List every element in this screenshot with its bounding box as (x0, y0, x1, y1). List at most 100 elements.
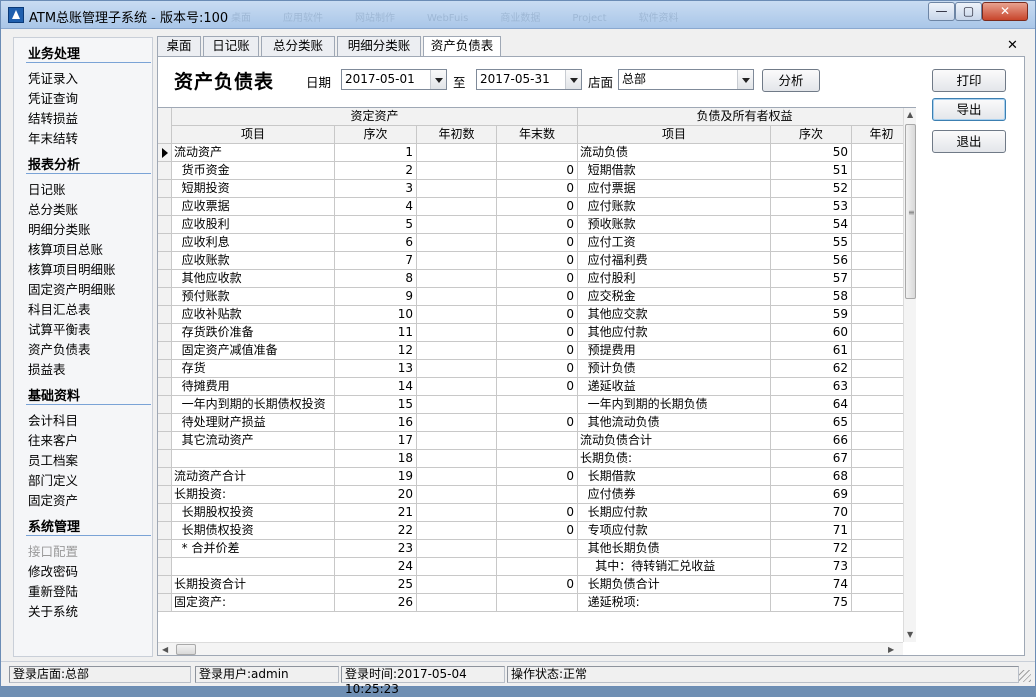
liability-item: 递延税项: (578, 594, 771, 612)
scroll-right-icon[interactable]: ▶ (888, 645, 894, 654)
asset-end: 0 (497, 180, 578, 198)
sidebar-item[interactable]: 日记账 (28, 179, 66, 198)
liability-item: 应交税金 (578, 288, 771, 306)
sidebar-item[interactable]: 部门定义 (28, 470, 78, 489)
liability-seq: 53 (771, 198, 852, 216)
scroll-down-icon[interactable]: ▼ (907, 630, 913, 639)
asset-begin (417, 414, 497, 432)
asset-end: 0 (497, 198, 578, 216)
grid-body: 资定资产 负债及所有者权益 项目 序次 年初数 年末数 项目 序次 年初 流动资产 1 流动负债 50 … (158, 108, 903, 642)
tab-item[interactable]: 桌面 (157, 36, 201, 56)
sidebar-item[interactable]: 重新登陆 (28, 581, 78, 600)
column-header: 年末数 (497, 126, 578, 144)
column-header: 序次 (771, 126, 852, 144)
vertical-scrollbar[interactable]: ▲ ≡ ▼ (903, 108, 916, 642)
asset-begin (417, 522, 497, 540)
minimize-button[interactable]: — (928, 2, 955, 21)
asset-item: * 合并价差 (172, 540, 335, 558)
liability-begin (852, 522, 903, 540)
tab-item[interactable]: 日记账 (203, 36, 259, 56)
asset-item: 预付账款 (172, 288, 335, 306)
tab-item[interactable]: 明细分类账 (337, 36, 421, 56)
sidebar-item[interactable]: 固定资产 (28, 490, 78, 509)
date-from-picker[interactable]: 2017-05-01 (341, 69, 447, 90)
liability-begin (852, 396, 903, 414)
liability-begin (852, 432, 903, 450)
sidebar-item[interactable]: 年末结转 (28, 128, 78, 147)
liability-seq: 62 (771, 360, 852, 378)
sidebar-item[interactable]: 凭证查询 (28, 88, 78, 107)
asset-item (172, 558, 335, 576)
sidebar-item[interactable]: 凭证录入 (28, 68, 78, 87)
sidebar-item[interactable]: 关于系统 (28, 601, 78, 620)
asset-item: 应收利息 (172, 234, 335, 252)
liability-item: 应付账款 (578, 198, 771, 216)
liability-seq: 57 (771, 270, 852, 288)
close-window-button[interactable]: ✕ (982, 2, 1028, 21)
tab-item[interactable]: 资产负债表 (423, 36, 501, 57)
scroll-left-icon[interactable]: ◀ (162, 645, 168, 654)
close-tab-icon[interactable]: ✕ (1007, 38, 1018, 53)
date-to-picker[interactable]: 2017-05-31 (476, 69, 582, 90)
background-tab-text: 桌面 (231, 13, 251, 24)
chevron-down-icon[interactable] (430, 70, 446, 89)
horizontal-scrollbar[interactable]: ◀ ▶ (158, 642, 903, 655)
asset-item: 存货 (172, 360, 335, 378)
asset-item: 货币资金 (172, 162, 335, 180)
column-header: 序次 (335, 126, 417, 144)
asset-seq: 19 (335, 468, 417, 486)
sidebar-item[interactable]: 资产负债表 (28, 339, 91, 358)
sidebar-item[interactable]: 核算项目明细账 (28, 259, 116, 278)
row-indicator (158, 162, 172, 180)
status-operation: 操作状态:正常 (507, 666, 1019, 683)
row-indicator (158, 522, 172, 540)
analyze-button[interactable]: 分析 (762, 69, 820, 92)
sidebar-item[interactable]: 结转损益 (28, 108, 78, 127)
sidebar-item[interactable]: 试算平衡表 (28, 319, 91, 338)
row-indicator (158, 360, 172, 378)
liability-begin (852, 360, 903, 378)
sidebar-item[interactable]: 修改密码 (28, 561, 78, 580)
asset-end (497, 144, 578, 162)
scrollbar-thumb[interactable] (176, 644, 196, 655)
sidebar-item[interactable]: 核算项目总账 (28, 239, 103, 258)
liability-seq: 71 (771, 522, 852, 540)
asset-seq: 12 (335, 342, 417, 360)
report-panel: 资产负债表 日期 2017-05-01 至 2017-05-31 店面 总部 分… (157, 56, 1025, 656)
sidebar-nav: 业务处理 凭证录入 凭证查询 结转损益 年末结转 报表分析 日记账 总分类账 明细分类账 核算项目… (13, 37, 153, 657)
asset-seq: 16 (335, 414, 417, 432)
export-button[interactable]: 导出 (932, 98, 1006, 121)
sidebar-item[interactable]: 损益表 (28, 359, 66, 378)
asset-seq: 8 (335, 270, 417, 288)
sidebar-item[interactable]: 往来客户 (28, 430, 78, 449)
scroll-up-icon[interactable]: ▲ (907, 110, 913, 119)
maximize-button[interactable]: ▢ (955, 2, 982, 21)
asset-end (497, 432, 578, 450)
sidebar-item[interactable]: 明细分类账 (28, 219, 91, 238)
asset-seq: 20 (335, 486, 417, 504)
liability-begin (852, 342, 903, 360)
asset-seq: 24 (335, 558, 417, 576)
liability-item: 长期借款 (578, 468, 771, 486)
exit-button[interactable]: 退出 (932, 130, 1006, 153)
sidebar-section-title: 业务处理 (28, 47, 81, 62)
chevron-down-icon[interactable] (737, 70, 753, 89)
sidebar-item[interactable]: 科目汇总表 (28, 299, 91, 318)
print-button[interactable]: 打印 (932, 69, 1006, 92)
asset-item: 应收补贴款 (172, 306, 335, 324)
liability-item: 其他应交款 (578, 306, 771, 324)
liability-item: 其他应付款 (578, 324, 771, 342)
sidebar-item[interactable]: 员工档案 (28, 450, 78, 469)
asset-item: 固定资产减值准备 (172, 342, 335, 360)
chevron-down-icon[interactable] (565, 70, 581, 89)
sidebar-item[interactable]: 会计科目 (28, 410, 78, 429)
asset-item: 待摊费用 (172, 378, 335, 396)
liability-begin (852, 234, 903, 252)
store-select[interactable]: 总部 (618, 69, 754, 90)
sidebar-item[interactable]: 总分类账 (28, 199, 78, 218)
row-indicator (158, 540, 172, 558)
resize-grip-icon[interactable] (1019, 670, 1031, 682)
sidebar-item[interactable]: 固定资产明细账 (28, 279, 116, 298)
row-indicator (158, 486, 172, 504)
tab-item[interactable]: 总分类账 (261, 36, 335, 56)
